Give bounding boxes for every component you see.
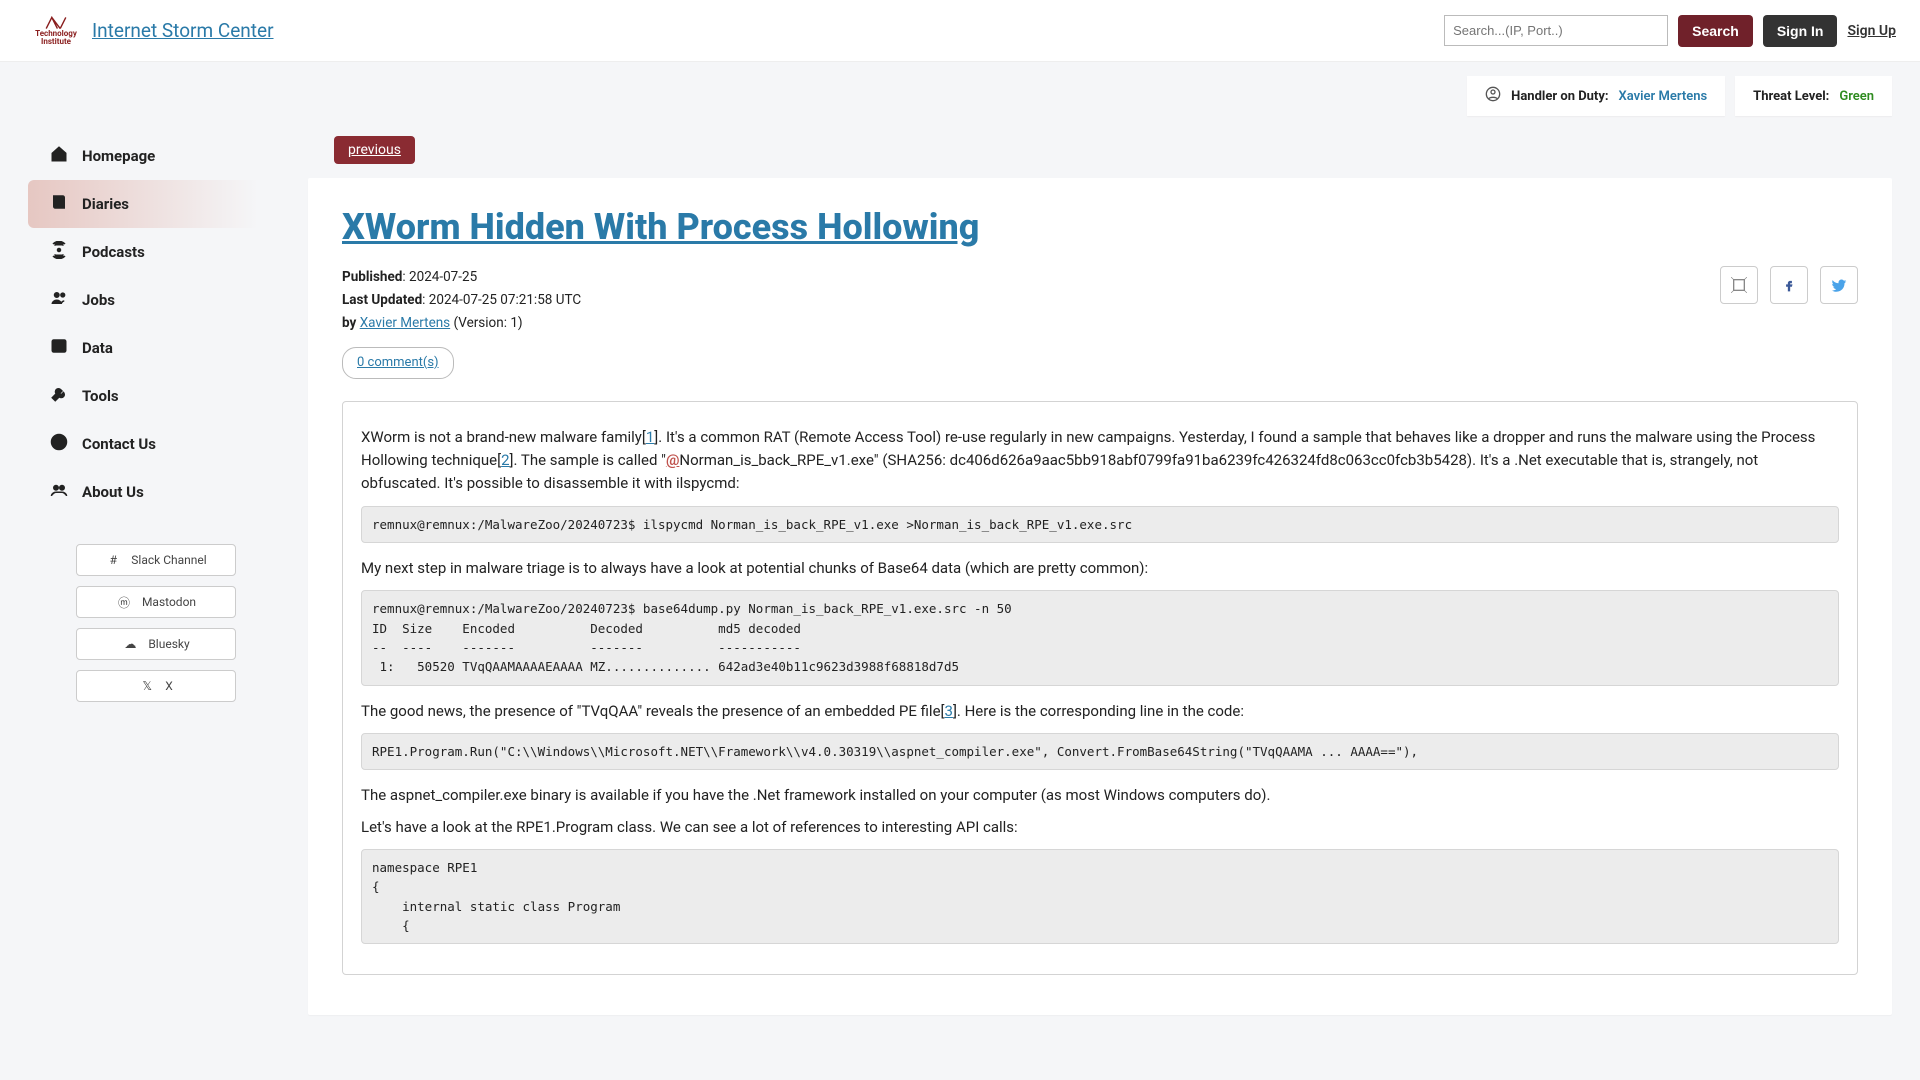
sidebar-item-podcasts[interactable]: Podcasts bbox=[28, 228, 284, 276]
ref-3[interactable]: 3 bbox=[945, 702, 953, 720]
layout: Homepage Diaries Podcasts Jobs Data Tools Cont… bbox=[0, 116, 1920, 1015]
sign-in-button[interactable]: Sign In bbox=[1763, 15, 1838, 47]
sidebar-item-tools[interactable]: Tools bbox=[28, 372, 284, 420]
social-label: Mastodon bbox=[142, 595, 196, 609]
article-body: XWorm is not a brand-new malware family[… bbox=[342, 401, 1858, 976]
at-symbol[interactable]: @ bbox=[666, 451, 679, 469]
paragraph-5: Let's have a look at the RPE1.Program cl… bbox=[361, 816, 1839, 839]
author-link[interactable]: Xavier Mertens bbox=[360, 315, 450, 331]
bluesky-icon: ☁ bbox=[122, 637, 138, 651]
social-links: # Slack Channel ⓜ Mastodon ☁ Bluesky 𝕏X bbox=[28, 544, 284, 702]
sidebar-item-data[interactable]: Data bbox=[28, 324, 284, 372]
sidebar-item-homepage[interactable]: Homepage bbox=[28, 132, 284, 180]
threat-box: Threat Level: Green bbox=[1735, 76, 1892, 116]
ref-2[interactable]: 2 bbox=[501, 451, 509, 469]
sidebar-item-label: About Us bbox=[82, 483, 144, 501]
sidebar: Homepage Diaries Podcasts Jobs Data Tools Cont… bbox=[28, 132, 284, 702]
users-icon bbox=[50, 289, 68, 311]
published-label: Published bbox=[342, 269, 402, 285]
wrench-icon bbox=[50, 385, 68, 407]
x-icon: 𝕏 bbox=[139, 679, 155, 693]
main: previous XWorm Hidden With Process Hollo… bbox=[308, 132, 1892, 1015]
sidebar-item-label: Data bbox=[82, 339, 113, 357]
status-strip: Handler on Duty: Xavier Mertens Threat L… bbox=[0, 62, 1920, 116]
social-label: Bluesky bbox=[148, 637, 189, 651]
paragraph-3: The good news, the presence of "TVqQAA" … bbox=[361, 700, 1839, 723]
published-date: 2024-07-25 bbox=[409, 269, 477, 285]
home-icon bbox=[50, 145, 68, 167]
paragraph-2: My next step in malware triage is to alw… bbox=[361, 557, 1839, 580]
share-facebook-icon[interactable] bbox=[1770, 266, 1808, 304]
article-meta: Published: 2024-07-25 Last Updated: 2024… bbox=[342, 266, 581, 379]
sidebar-item-label: Diaries bbox=[82, 195, 129, 213]
site-title[interactable]: Internet Storm Center bbox=[92, 19, 274, 42]
social-bluesky[interactable]: ☁ Bluesky bbox=[76, 628, 236, 660]
share-twitter-icon[interactable] bbox=[1820, 266, 1858, 304]
antenna-icon bbox=[50, 241, 68, 263]
chart-icon bbox=[50, 337, 68, 359]
article-title[interactable]: XWorm Hidden With Process Hollowing bbox=[342, 206, 979, 248]
search-input[interactable] bbox=[1444, 15, 1668, 46]
social-x[interactable]: 𝕏X bbox=[76, 670, 236, 702]
question-icon bbox=[50, 433, 68, 455]
sidebar-item-label: Homepage bbox=[82, 147, 155, 165]
article: XWorm Hidden With Process Hollowing Publ… bbox=[308, 178, 1892, 1015]
social-label: X bbox=[165, 679, 173, 693]
handler-label: Handler on Duty: bbox=[1511, 89, 1608, 104]
threat-level[interactable]: Green bbox=[1839, 89, 1874, 104]
paragraph-4: The aspnet_compiler.exe binary is availa… bbox=[361, 784, 1839, 807]
by-label: by bbox=[342, 315, 356, 331]
search-button[interactable]: Search bbox=[1678, 15, 1753, 47]
share-frame-icon[interactable] bbox=[1720, 266, 1758, 304]
code-block-3: RPE1.Program.Run("C:\\Windows\\Microsoft… bbox=[361, 733, 1839, 770]
user-circle-icon bbox=[1485, 86, 1501, 106]
group-icon bbox=[50, 481, 68, 503]
sidebar-item-label: Jobs bbox=[82, 291, 115, 309]
updated-date: 2024-07-25 07:21:58 UTC bbox=[429, 292, 581, 308]
social-mastodon[interactable]: ⓜ Mastodon bbox=[76, 586, 236, 618]
slack-icon: # bbox=[105, 553, 121, 567]
social-label: Slack Channel bbox=[131, 553, 206, 567]
sans-logo[interactable]: Technology Institute bbox=[36, 13, 76, 49]
updated-label: Last Updated bbox=[342, 292, 422, 308]
social-slack[interactable]: # Slack Channel bbox=[76, 544, 236, 576]
threat-label: Threat Level: bbox=[1753, 89, 1829, 104]
version: (Version: 1) bbox=[454, 315, 523, 331]
sidebar-item-about[interactable]: About Us bbox=[28, 468, 284, 516]
book-icon bbox=[50, 193, 68, 215]
topbar-right: Search Sign In Sign Up bbox=[1444, 15, 1896, 47]
sidebar-item-jobs[interactable]: Jobs bbox=[28, 276, 284, 324]
code-block-4: namespace RPE1 { internal static class P… bbox=[361, 849, 1839, 945]
handler-name[interactable]: Xavier Mertens bbox=[1619, 89, 1708, 104]
code-block-2: remnux@remnux:/MalwareZoo/20240723$ base… bbox=[361, 590, 1839, 686]
paragraph-1: XWorm is not a brand-new malware family[… bbox=[361, 426, 1839, 496]
topbar: Technology Institute Internet Storm Cent… bbox=[0, 0, 1920, 62]
sidebar-item-label: Podcasts bbox=[82, 243, 145, 261]
previous-button[interactable]: previous bbox=[334, 136, 415, 164]
sidebar-item-label: Contact Us bbox=[82, 435, 156, 453]
share-buttons bbox=[1720, 266, 1858, 304]
sidebar-item-diaries[interactable]: Diaries bbox=[28, 180, 284, 228]
sidebar-item-contact[interactable]: Contact Us bbox=[28, 420, 284, 468]
comments-link[interactable]: 0 comment(s) bbox=[342, 347, 454, 379]
sign-up-link[interactable]: Sign Up bbox=[1847, 23, 1896, 39]
nav: Homepage Diaries Podcasts Jobs Data Tools Cont… bbox=[28, 132, 284, 516]
sidebar-item-label: Tools bbox=[82, 387, 119, 405]
brand: Technology Institute Internet Storm Cent… bbox=[36, 13, 274, 49]
mastodon-icon: ⓜ bbox=[116, 594, 132, 611]
meta-row: Published: 2024-07-25 Last Updated: 2024… bbox=[342, 266, 1858, 379]
code-block-1: remnux@remnux:/MalwareZoo/20240723$ ilsp… bbox=[361, 506, 1839, 543]
handler-box: Handler on Duty: Xavier Mertens bbox=[1467, 76, 1725, 116]
